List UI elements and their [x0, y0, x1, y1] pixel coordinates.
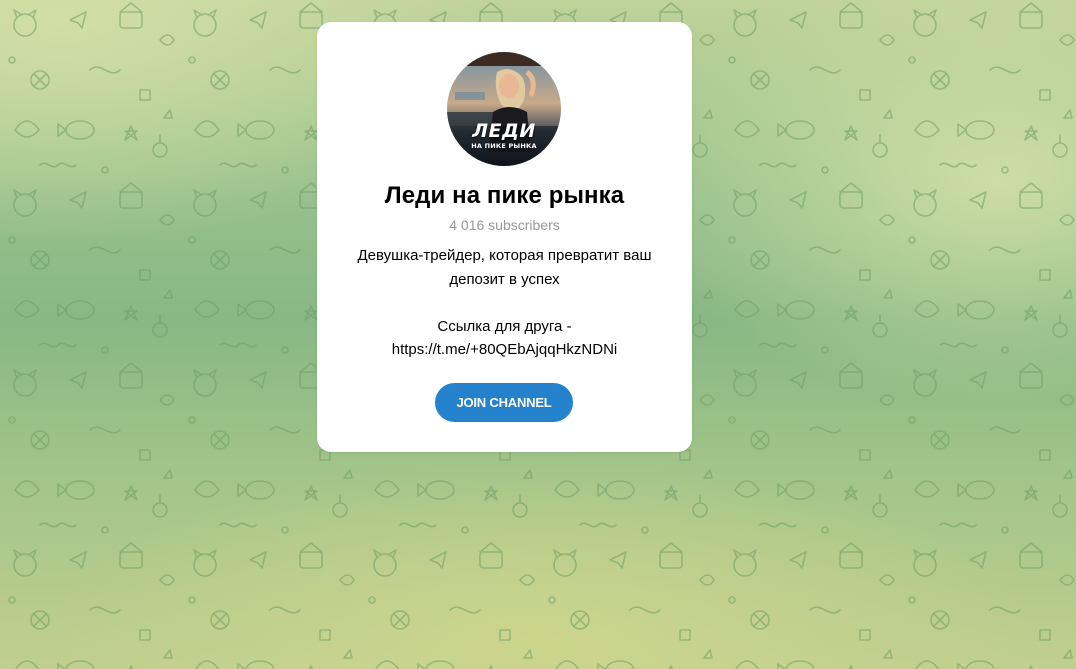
description-line: Ссылка для друга -: [437, 317, 572, 335]
description-line: депозит в успех: [449, 270, 560, 288]
description-line: Девушка-трейдер, которая превратит ваш: [357, 247, 652, 264]
channel-card: ЛЕДИ НА ПИКЕ РЫНКА Леди на пике рынка 4 …: [317, 22, 692, 452]
channel-avatar: ЛЕДИ НА ПИКЕ РЫНКА: [447, 52, 561, 166]
avatar-logo-subtext: НА ПИКЕ РЫНКА: [471, 142, 537, 150]
description-line: [337, 291, 672, 315]
channel-description: Девушка-трейдер, которая превратит ваш д…: [337, 244, 672, 362]
channel-title: Леди на пике рынка: [384, 182, 625, 209]
description-link[interactable]: https://t.me/+80QEbAjqqHkzNDNi: [337, 338, 672, 362]
join-channel-button[interactable]: JOIN CHANNEL: [435, 383, 573, 422]
avatar-logo-text: ЛЕДИ: [472, 120, 536, 142]
subscriber-count: 4 016 subscribers: [449, 217, 560, 233]
